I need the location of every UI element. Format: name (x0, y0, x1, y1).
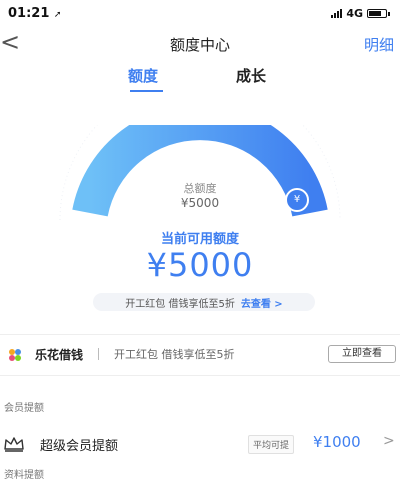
divider (0, 334, 400, 335)
member-section-title: 会员提额 (4, 403, 44, 414)
battery-icon (367, 9, 387, 18)
flower-logo-icon (9, 349, 21, 361)
brand-name: 乐花借钱 (35, 348, 84, 362)
battery-tip (388, 11, 390, 16)
available-quota-amount: ¥5000 (146, 246, 254, 284)
total-quota-value: ¥5000 (180, 196, 220, 210)
details-link[interactable]: 明细 (364, 34, 394, 55)
promo-banner[interactable]: 开工红包 借钱享低至5折 去查看 > (93, 293, 315, 311)
tab-growth[interactable]: 成长 (236, 65, 266, 86)
average-chip: 平均可提 (248, 435, 295, 454)
crown-icon (4, 437, 24, 452)
brand-description: 开工红包 借钱享低至5折 (114, 348, 235, 361)
network-label: 4G (346, 7, 363, 20)
total-quota-label: 总额度 (183, 182, 217, 195)
signal-icon (331, 9, 343, 18)
location-arrow-icon: ➚ (53, 10, 62, 20)
tab-active-indicator (130, 90, 163, 92)
promo-text: 开工红包 借钱享低至5折 (125, 298, 235, 310)
view-now-button[interactable]: 立即查看 (328, 345, 396, 363)
promo-link[interactable]: 去查看 > (241, 295, 283, 310)
member-amount: ¥1000 (313, 433, 361, 451)
page-title: 额度中心 (169, 36, 230, 54)
tab-quota[interactable]: 额度 (128, 65, 158, 86)
chevron-right-icon[interactable]: > (383, 433, 395, 449)
divider (0, 375, 400, 376)
status-time: 01:21 ➚ (8, 6, 62, 21)
available-quota-label: 当前可用额度 (160, 232, 239, 247)
status-indicators: 4G (331, 7, 390, 20)
yen-badge-icon: ¥ (285, 188, 309, 212)
super-member-label[interactable]: 超级会员提额 (40, 435, 118, 454)
brand-divider (98, 348, 99, 360)
